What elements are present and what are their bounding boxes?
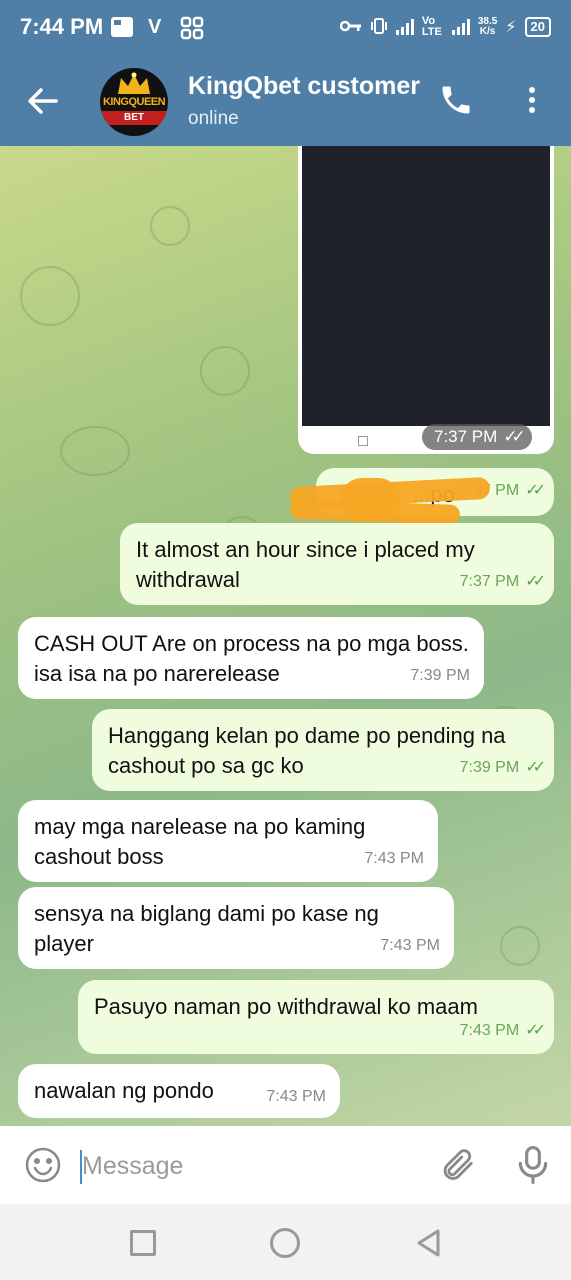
network-type: Vo LTE (421, 15, 442, 38)
chat-status: online (188, 108, 239, 129)
message-bubble-out[interactable]: It almost an hour since i placed my with… (120, 523, 554, 605)
chat-area[interactable]: 7:37 PM✓✓ ...po 7:37 PM✓✓ It almost an h… (0, 146, 571, 1126)
double-check-icon: ✓✓ (525, 573, 546, 590)
background-doodle (500, 926, 540, 966)
message-meta: 7:37 PM✓✓ (422, 424, 532, 450)
image-preview[interactable] (302, 146, 550, 426)
triangle-back-icon (417, 1229, 440, 1257)
recent-apps-button[interactable] (130, 1230, 156, 1256)
message-meta: 7:43 PM ✓✓ (460, 1016, 546, 1046)
message-meta: 7:39 PM (410, 667, 470, 684)
phone-icon (442, 86, 470, 114)
status-bar: 7:44 PM V Vo LTE 38.5 K/s ⚡ 20 (0, 0, 571, 58)
network-speed: 38.5 K/s (477, 16, 498, 37)
message-bubble-in[interactable]: sensya na biglang dami po kase ng player… (18, 887, 454, 969)
message-meta: 7:43 PM (380, 937, 440, 954)
back-button[interactable] (26, 84, 60, 118)
chat-header: KINGQUEEN BET KingQbet customer service … (0, 58, 571, 146)
image-home-icon (358, 436, 368, 446)
voice-record-button[interactable] (514, 1144, 552, 1186)
avatar-logo-sub: BET (100, 111, 168, 125)
gallery-notification-icon (110, 16, 134, 44)
double-check-icon: ✓✓ (503, 427, 525, 446)
key-icon (339, 19, 362, 36)
vibrate-icon (370, 17, 388, 38)
avatar[interactable]: KINGQUEEN BET (100, 68, 168, 136)
crown-icon (118, 72, 150, 94)
call-button[interactable] (438, 82, 474, 118)
double-check-icon: ✓✓ (525, 1022, 546, 1039)
home-button[interactable] (270, 1228, 300, 1258)
system-nav-bar (0, 1204, 571, 1280)
battery-level: 20 (524, 17, 551, 37)
signal-icon-2 (451, 19, 470, 35)
background-doodle (60, 426, 130, 476)
system-back-button[interactable] (414, 1228, 444, 1258)
message-composer (0, 1126, 571, 1204)
message-bubble-in[interactable]: nawalan ng pondo 7:43 PM (18, 1064, 340, 1118)
paperclip-icon (443, 1149, 473, 1180)
redaction-scribble (340, 478, 400, 522)
message-bubble-in[interactable]: may mga narelease na po kaming cashout b… (18, 800, 438, 882)
image-message[interactable]: 7:37 PM ✓✓ (298, 146, 554, 454)
message-meta: 7:43 PM (364, 850, 424, 867)
more-menu-button[interactable] (520, 84, 544, 120)
background-doodle (20, 266, 80, 326)
double-check-icon: ✓✓ (525, 482, 546, 499)
message-meta: 7:37 PM✓✓ (460, 567, 546, 597)
message-meta: 7:43 PM (266, 1088, 326, 1105)
v-notification-icon: V (148, 16, 162, 38)
more-vertical-icon (520, 87, 544, 113)
status-right-group: Vo LTE 38.5 K/s ⚡ 20 (339, 15, 551, 38)
emoji-button[interactable] (24, 1146, 62, 1184)
microphone-icon (518, 1146, 548, 1184)
avatar-logo-text: KINGQUEEN (102, 96, 166, 108)
message-meta: 7:39 PM ✓✓ (460, 753, 546, 783)
smiley-icon (25, 1147, 61, 1183)
message-input[interactable] (82, 1144, 412, 1188)
double-check-icon: ✓✓ (525, 759, 546, 776)
signal-icon (395, 19, 414, 35)
message-bubble-out[interactable]: Hanggang kelan po dame po pending na cas… (92, 709, 554, 791)
message-text: CASH OUT Are on process na po mga boss. … (34, 631, 469, 686)
message-bubble-in[interactable]: CASH OUT Are on process na po mga boss. … (18, 617, 484, 699)
background-doodle (150, 206, 190, 246)
chat-title[interactable]: KingQbet customer service (188, 72, 422, 101)
message-bubble-out[interactable]: Pasuyo naman po withdrawal ko maam 7:43 … (78, 980, 554, 1054)
arrow-left-icon (28, 88, 58, 114)
charging-icon: ⚡ (505, 19, 517, 36)
calculator-notification-icon (180, 16, 204, 46)
background-doodle (200, 346, 250, 396)
status-time: 7:44 PM (20, 14, 104, 39)
attach-button[interactable] (438, 1146, 476, 1184)
